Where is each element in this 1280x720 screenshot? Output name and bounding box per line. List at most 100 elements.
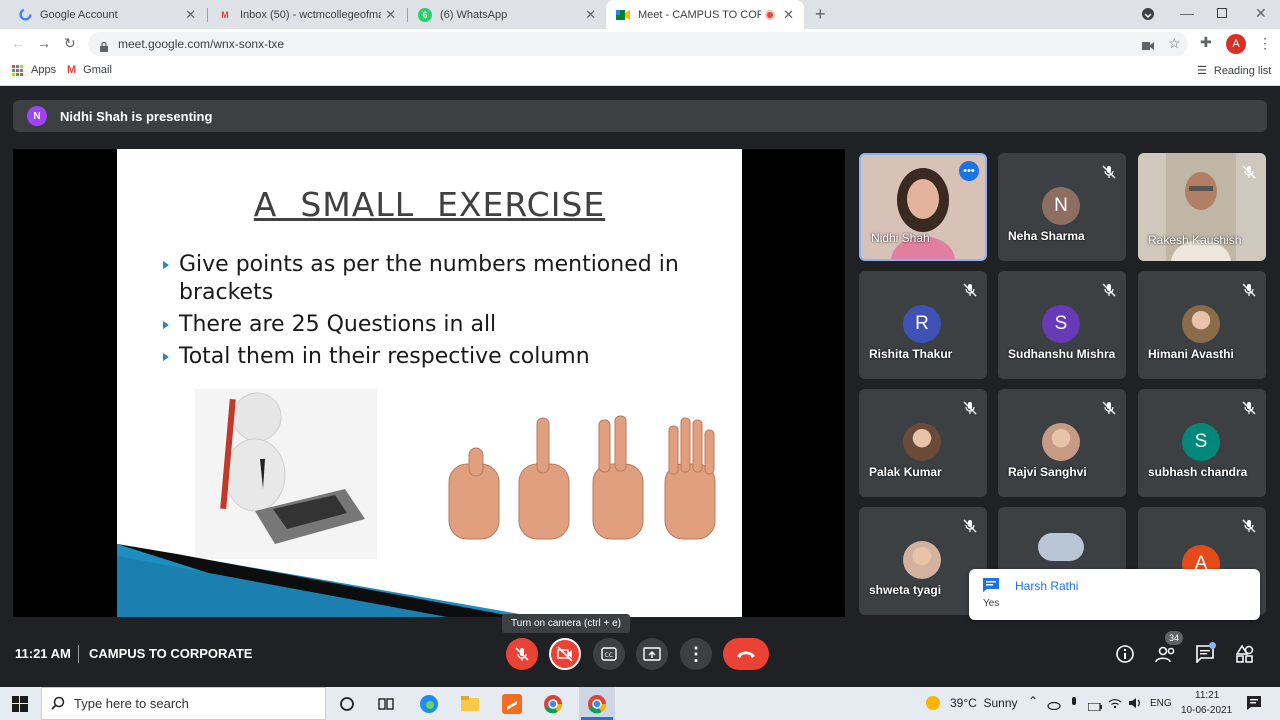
people-icon bbox=[1155, 646, 1175, 663]
taskbar-search[interactable]: Type here to search bbox=[41, 687, 326, 720]
end-call-icon bbox=[737, 651, 755, 658]
camera-icon[interactable] bbox=[1142, 38, 1154, 56]
back-button[interactable]: ← bbox=[11, 35, 25, 51]
meeting-details-button[interactable] bbox=[1116, 645, 1134, 668]
battery-icon[interactable] bbox=[1087, 698, 1102, 716]
participant-tile[interactable]: Ssubhash chandra bbox=[1138, 389, 1266, 497]
participant-tile[interactable]: N Neha Sharma bbox=[998, 153, 1126, 261]
language-indicator[interactable]: ENG bbox=[1150, 698, 1172, 709]
chat-sender: Harsh Rathi bbox=[1015, 579, 1079, 593]
mic-muted-icon bbox=[1242, 283, 1256, 297]
mic-muted-icon bbox=[963, 401, 977, 415]
tab-title: Meet - CAMPUS TO CORPOR bbox=[638, 8, 762, 21]
participant-tile[interactable]: Rajvi Sanghvi bbox=[998, 389, 1126, 497]
chat-notification[interactable]: Harsh Rathi Yes bbox=[969, 569, 1260, 620]
camera-off-icon bbox=[557, 646, 573, 662]
lock-icon[interactable] bbox=[100, 39, 108, 52]
close-icon[interactable]: ✕ bbox=[585, 7, 596, 23]
participant-tile[interactable]: Palak Kumar bbox=[859, 389, 987, 497]
people-button[interactable] bbox=[1155, 645, 1177, 668]
participant-avatar: R bbox=[903, 305, 941, 343]
participant-name: Nidhi Shah bbox=[871, 231, 930, 245]
weather-sun-icon[interactable] bbox=[926, 696, 940, 710]
whatsapp-icon: 6 bbox=[418, 7, 432, 22]
google-icon bbox=[18, 8, 32, 22]
reading-list-label: Reading list bbox=[1213, 64, 1272, 77]
reload-button[interactable]: ↻ bbox=[64, 35, 76, 52]
task-view-icon[interactable] bbox=[375, 693, 397, 715]
tab-google-account[interactable]: Google Account ✕ bbox=[8, 0, 206, 29]
counting-hands-image bbox=[447, 414, 719, 544]
chevron-up-icon[interactable]: ⌃ bbox=[1028, 694, 1038, 708]
gmail-icon: M bbox=[67, 64, 77, 76]
bookmark-gmail-label: Gmail bbox=[83, 64, 112, 76]
activities-button[interactable] bbox=[1235, 644, 1254, 668]
camera-toggle[interactable] bbox=[549, 638, 581, 670]
notifications-icon[interactable] bbox=[1246, 695, 1262, 716]
profile-avatar[interactable]: A bbox=[1226, 34, 1246, 54]
sublime-app-icon[interactable] bbox=[501, 693, 523, 715]
participant-tile[interactable]: Rakesh Kaushish bbox=[1138, 153, 1266, 261]
close-icon[interactable]: ✕ bbox=[185, 7, 196, 23]
microphone-toggle[interactable] bbox=[506, 638, 538, 670]
participant-name: Neha Sharma bbox=[1008, 229, 1085, 243]
menu-icon[interactable]: ⋮ bbox=[1258, 35, 1272, 52]
bookmark-apps[interactable]: Apps bbox=[12, 64, 56, 76]
participant-tile[interactable]: shweta tyagi bbox=[859, 507, 987, 615]
tab-title: Google Account bbox=[40, 8, 118, 21]
close-icon[interactable]: ✕ bbox=[385, 7, 396, 23]
slide-bullet: Give points as per the numbers mentioned… bbox=[161, 251, 721, 307]
forward-button[interactable]: → bbox=[37, 35, 51, 51]
participant-photo bbox=[1042, 423, 1080, 461]
chat-unread-dot bbox=[1209, 642, 1216, 649]
address-bar[interactable]: meet.google.com/wnx-sonx-txe bbox=[88, 32, 1188, 56]
mic-muted-icon bbox=[963, 519, 977, 533]
cloud-icon[interactable] bbox=[1047, 697, 1061, 715]
reading-list-button[interactable]: ☰ Reading list bbox=[1197, 64, 1272, 78]
slide-decoration bbox=[117, 544, 742, 617]
tab-meet[interactable]: Meet - CAMPUS TO CORPOR ✕ bbox=[606, 0, 804, 29]
windows-start-icon[interactable] bbox=[12, 696, 28, 717]
participant-name: Rakesh Kaushish bbox=[1148, 233, 1242, 247]
participant-tile[interactable]: R Rishita Thakur bbox=[859, 271, 987, 379]
presenting-text: Nidhi Shah is presenting bbox=[60, 108, 213, 124]
captions-button[interactable]: CC bbox=[593, 638, 625, 670]
chat-message-icon bbox=[983, 578, 999, 597]
more-vert-icon: ⋮ bbox=[687, 643, 705, 664]
leave-call-button[interactable] bbox=[723, 638, 769, 670]
participant-tile[interactable]: Himani Avasthi bbox=[1138, 271, 1266, 379]
search-icon bbox=[51, 696, 65, 715]
tab-gmail-inbox[interactable]: M Inbox (50) - wctmcollegeofmanag ✕ bbox=[208, 0, 406, 29]
clock-time[interactable]: 11:21 bbox=[1195, 690, 1219, 701]
chrome-icon[interactable] bbox=[586, 693, 608, 715]
tab-whatsapp[interactable]: 6 (6) WhatsApp ✕ bbox=[408, 0, 606, 29]
participant-tile[interactable]: ••• Nidhi Shah bbox=[859, 153, 987, 261]
slide-bullet: There are 25 Questions in all bbox=[161, 311, 721, 339]
cortana-icon[interactable] bbox=[336, 693, 358, 715]
edge-icon[interactable] bbox=[418, 693, 440, 715]
bookmark-gmail[interactable]: M Gmail bbox=[67, 64, 112, 76]
bookmark-star-icon[interactable]: ☆ bbox=[1168, 35, 1181, 52]
close-icon[interactable]: ✕ bbox=[783, 7, 794, 23]
chrome-icon[interactable] bbox=[542, 693, 564, 715]
more-options-icon[interactable]: ••• bbox=[959, 161, 979, 181]
present-button[interactable] bbox=[636, 638, 668, 670]
wifi-icon[interactable] bbox=[1108, 696, 1122, 714]
tab-search-button[interactable] bbox=[1142, 8, 1154, 20]
volume-icon[interactable] bbox=[1128, 696, 1142, 714]
more-options-button[interactable]: ⋮ bbox=[680, 638, 712, 670]
participant-tile[interactable]: S Sudhanshu Mishra bbox=[998, 271, 1126, 379]
minimize-button[interactable]: — bbox=[1180, 5, 1194, 21]
slide-bullet: Total them in their respective column bbox=[161, 343, 721, 371]
maximize-button[interactable] bbox=[1217, 8, 1227, 18]
microphone-icon[interactable] bbox=[1070, 696, 1078, 714]
weather-text[interactable]: 39°C Sunny bbox=[950, 696, 1018, 710]
file-explorer-icon[interactable] bbox=[459, 693, 481, 715]
clock-date[interactable]: 10-06-2021 bbox=[1181, 705, 1232, 716]
gmail-icon: M bbox=[221, 9, 229, 20]
new-tab-button[interactable]: + bbox=[815, 4, 826, 25]
window-close-button[interactable]: ✕ bbox=[1255, 5, 1267, 22]
extensions-icon[interactable]: ✚ bbox=[1200, 34, 1212, 51]
meeting-time: 11:21 AM bbox=[15, 646, 71, 661]
mic-muted-icon bbox=[1242, 165, 1256, 179]
